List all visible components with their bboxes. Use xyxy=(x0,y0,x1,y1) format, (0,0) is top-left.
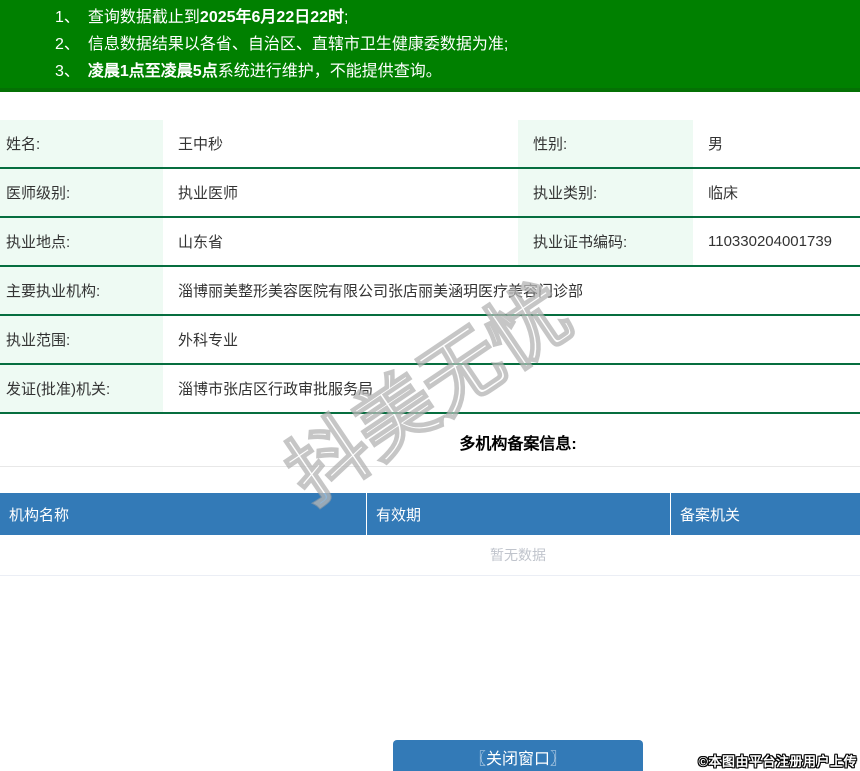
field-label-practice-scope: 执业范围: xyxy=(0,316,163,363)
notice-number: 2、 xyxy=(55,36,80,53)
notice-item: 2、 信息数据结果以各省、自治区、直辖市卫生健康委数据为准; xyxy=(0,31,860,58)
field-label-gender: 性别: xyxy=(518,120,693,167)
notice-number: 1、 xyxy=(55,9,80,26)
org-table-header: 机构名称 有效期 备案机关 xyxy=(0,493,860,535)
field-value-practice-scope: 外科专业 xyxy=(178,332,239,349)
field-label-practice-location: 执业地点: xyxy=(0,218,163,265)
field-label-doctor-level: 医师级别: xyxy=(0,169,163,216)
close-window-button[interactable]: 〖关闭窗口〗 xyxy=(393,740,643,771)
field-label-main-institution: 主要执业机构: xyxy=(0,267,163,314)
field-value-practice-location: 山东省 xyxy=(178,234,224,251)
org-header-institution-name: 机构名称 xyxy=(0,493,366,535)
table-row: 执业范围: 外科专业 xyxy=(0,316,860,365)
field-label-certificate-no: 执业证书编码: xyxy=(518,218,693,265)
table-row: 执业地点: 山东省 执业证书编码: 110330204001739 xyxy=(0,218,860,267)
practitioner-info-table: 姓名: 王中秒 性别: 男 医师级别: 执业医师 执业类别: 临床 执业地点: … xyxy=(0,120,860,414)
field-value-gender: 男 xyxy=(708,136,724,153)
table-row: 姓名: 王中秒 性别: 男 xyxy=(0,120,860,169)
field-value-practice-category: 临床 xyxy=(708,185,739,202)
notice-item: 3、 凌晨1点至凌晨5点系统进行维护，不能提供查询。 xyxy=(0,58,860,85)
field-value-certificate-no: 110330204001739 xyxy=(708,233,833,250)
notice-list: 1、 查询数据截止到2025年6月22日22时; 2、 信息数据结果以各省、自治… xyxy=(0,4,860,85)
notice-number: 3、 xyxy=(55,63,80,80)
page-viewport: 1、 查询数据截止到2025年6月22日22时; 2、 信息数据结果以各省、自治… xyxy=(0,0,860,771)
upload-attribution-stamp: ©本图由平台注册用户上传 xyxy=(698,754,857,769)
table-row: 发证(批准)机关: 淄博市张店区行政审批服务局 xyxy=(0,365,860,414)
multi-org-title: 多机构备案信息: xyxy=(459,436,577,453)
notice-banner: 1、 查询数据截止到2025年6月22日22时; 2、 信息数据结果以各省、自治… xyxy=(0,0,860,92)
field-value-doctor-level: 执业医师 xyxy=(178,185,239,202)
field-value-main-institution: 淄博丽美整形美容医院有限公司张店丽美涵玥医疗美容门诊部 xyxy=(178,283,584,300)
field-value-issuing-authority: 淄博市张店区行政审批服务局 xyxy=(178,381,374,398)
field-value-name: 王中秒 xyxy=(178,136,224,153)
multi-org-section-header: 多机构备案信息: xyxy=(0,430,860,467)
field-label-issuing-authority: 发证(批准)机关: xyxy=(0,365,163,412)
page-content: 1、 查询数据截止到2025年6月22日22时; 2、 信息数据结果以各省、自治… xyxy=(0,0,860,771)
table-row: 医师级别: 执业医师 执业类别: 临床 xyxy=(0,169,860,218)
org-header-filing-authority: 备案机关 xyxy=(671,493,860,535)
notice-text: 凌晨1点至凌晨5点系统进行维护，不能提供查询。 xyxy=(87,63,442,80)
table-row: 主要执业机构: 淄博丽美整形美容医院有限公司张店丽美涵玥医疗美容门诊部 xyxy=(0,267,860,316)
field-label-practice-category: 执业类别: xyxy=(518,169,693,216)
org-header-validity-period: 有效期 xyxy=(367,493,670,535)
notice-text: 查询数据截止到2025年6月22日22时; xyxy=(87,9,349,26)
field-label-name: 姓名: xyxy=(0,120,163,167)
empty-data-text: 暂无数据 xyxy=(0,535,860,576)
notice-item: 1、 查询数据截止到2025年6月22日22时; xyxy=(0,4,860,31)
notice-text: 信息数据结果以各省、自治区、直辖市卫生健康委数据为准; xyxy=(87,36,509,53)
